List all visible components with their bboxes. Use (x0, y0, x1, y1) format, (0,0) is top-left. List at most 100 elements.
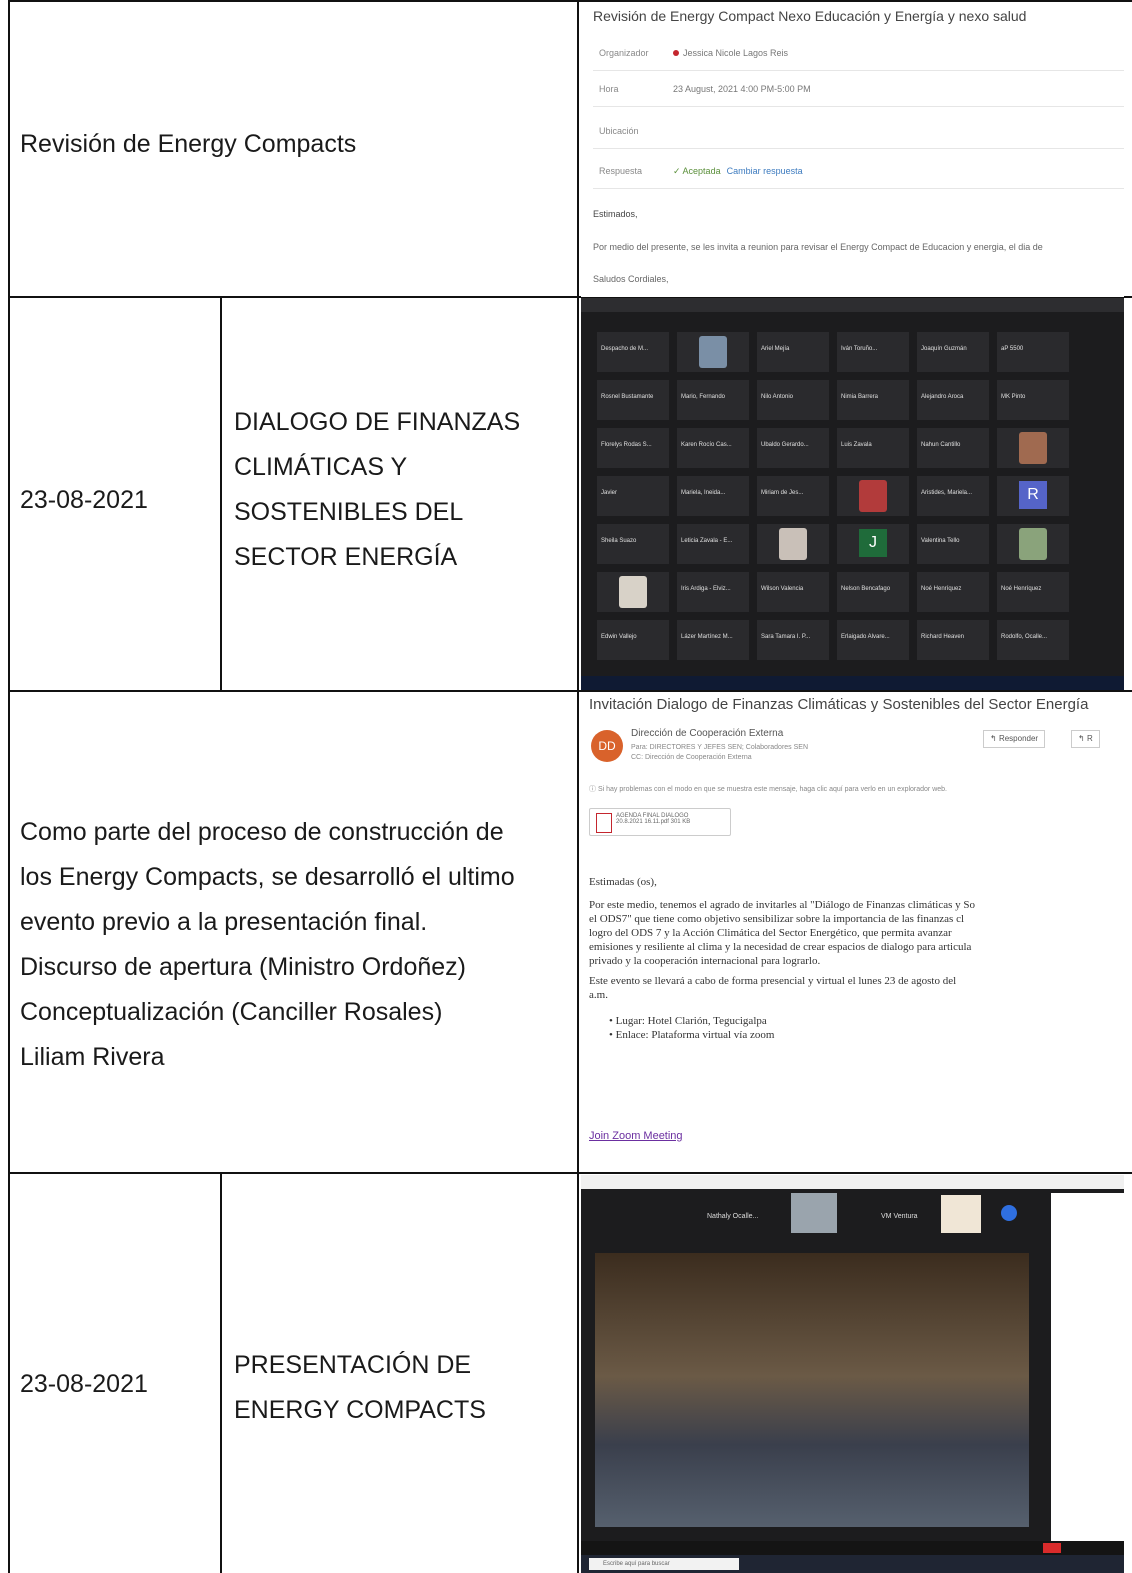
row-divider-3 (8, 1172, 1132, 1174)
participant-tile (597, 572, 669, 612)
description-line: Liliam Rivera (20, 1043, 165, 1071)
participant-name: Lázer Martínez M... (681, 634, 733, 640)
display-notice: ⓘ Si hay problemas con el modo en que se… (589, 786, 947, 793)
participant-name: Miriam de Jes... (761, 490, 804, 496)
invitation-subject: Invitación Dialogo de Finanzas Climática… (589, 696, 1089, 713)
participant-tile: Nahun Cantillo (917, 428, 989, 468)
pdf-icon (596, 813, 612, 833)
participant-video (791, 1193, 837, 1233)
participant-name: Mario, Fernando (681, 394, 726, 400)
zoom-title-bar (581, 1175, 1124, 1189)
participant-tile: Despacho de M... (597, 332, 669, 372)
cc-line: CC: Dirección de Cooperación Externa (631, 754, 752, 761)
participant-tile: Richard Heaven (917, 620, 989, 660)
join-zoom-link[interactable]: Join Zoom Meeting (589, 1130, 683, 1142)
participants-panel (1051, 1193, 1124, 1553)
time-label: Hora (599, 84, 619, 94)
info-icon: ⓘ (589, 786, 598, 793)
row2-title-line: DIALOGO DE FINANZAS (234, 408, 521, 436)
participant-name: Alejandro Aroca (921, 394, 964, 400)
participant-name: Mariela, Ineida... (681, 490, 726, 496)
participant-name: Nathaly Ocalle... (707, 1213, 759, 1220)
participant-tile: Ubaldo Gerardo... (757, 428, 829, 468)
email-closing: Saludos Cordiales, (593, 274, 669, 284)
participant-tile: Mario, Fernando (677, 380, 749, 420)
zoom-room-screenshot: Nathaly Ocalle... VM Ventura Escribe aqu… (581, 1175, 1124, 1573)
participant-initial: R (1019, 481, 1047, 509)
row1-title: Revisión de Energy Compacts (20, 130, 357, 158)
participant-tile (677, 332, 749, 372)
participant-name: Noé Henríquez (1001, 586, 1042, 592)
participant-name: Iván Toruño... (841, 346, 878, 352)
participant-tile: Mariela, Ineida... (677, 476, 749, 516)
participant-name: MK Pinto (1001, 394, 1026, 400)
column-divider-main (577, 0, 579, 1573)
participant-tile: Luis Zavala (837, 428, 909, 468)
reply-all-icon: ↰ (1078, 734, 1087, 743)
participant-tile: aP 5500 (997, 332, 1069, 372)
participant-photo (1019, 432, 1047, 464)
taskbar-search-input[interactable]: Escribe aquí para buscar (589, 1558, 739, 1570)
participant-tile: Nilo Antonio (757, 380, 829, 420)
reply-button[interactable]: ↰ Responder (983, 730, 1046, 748)
participant-tile (837, 476, 909, 516)
participant-name: Rosnel Bustamante (601, 394, 654, 400)
paragraph-line: el ODS7" que tiene como objetivo sensibi… (589, 913, 965, 925)
participant-name: Erlaigado Alvare... (841, 634, 890, 640)
time-value: 23 August, 2021 4:00 PM-5:00 PM (673, 84, 811, 94)
participant-tile: Lázer Martínez M... (677, 620, 749, 660)
reply-all-button[interactable]: ↰ R (1071, 730, 1100, 748)
paragraph-line: privado y la cooperación internacional p… (589, 955, 821, 967)
hotel-room-video (595, 1253, 1029, 1527)
participant-tile: Valentina Tello (917, 524, 989, 564)
change-response-link[interactable]: Cambiar respuesta (727, 166, 803, 176)
participant-name: Joaquín Guzmán (921, 346, 967, 352)
participant-tile (997, 428, 1069, 468)
paragraph-line: Por este medio, tenemos el agrado de inv… (589, 899, 976, 911)
pdf-attachment[interactable]: AGENDA FINAL DIALOGO 20.8.2021 16.11.pdf… (589, 808, 731, 836)
organizer-row: Organizador Jessica Nicole Lagos Reis (593, 36, 1124, 71)
participant-name: VM Ventura (881, 1213, 918, 1220)
participant-name: Nelson Bencafago (841, 586, 891, 592)
participant-name: Noé Henríquez (921, 586, 962, 592)
participant-name: Ubaldo Gerardo... (761, 442, 809, 448)
participant-photo (1019, 528, 1047, 560)
location-row: Ubicación (593, 114, 1124, 149)
participant-tile: J (837, 524, 909, 564)
participant-photo (699, 336, 727, 368)
org-logo-image (941, 1195, 981, 1233)
sender-avatar: DD (591, 730, 623, 762)
participant-tile: Alejandro Aroca (917, 380, 989, 420)
to-line: Para: DIRECTORES Y JEFES SEN; Colaborado… (631, 744, 809, 751)
checkmark-icon: ✓ (673, 166, 683, 176)
row2-title-line: SOSTENIBLES DEL (234, 498, 464, 526)
participant-tile: Iris Ardiga - Elviz... (677, 572, 749, 612)
zoom-title-bar (581, 298, 1124, 312)
row4-title-line: ENERGY COMPACTS (234, 1396, 486, 1424)
description-line: Conceptualización (Canciller Rosales) (20, 998, 443, 1026)
response-label: Respuesta (599, 166, 643, 176)
end-call-button[interactable] (1043, 1543, 1061, 1553)
participant-tile: Rosnel Bustamante (597, 380, 669, 420)
participant-tile: Florelys Rodas S... (597, 428, 669, 468)
participant-photo (619, 576, 647, 608)
participant-tile: Nelson Bencafago (837, 572, 909, 612)
paragraph-line: emisiones y resiliente al clima y la nec… (589, 941, 972, 953)
participant-tile: Noé Henríquez (917, 572, 989, 612)
participant-name: Wilson Valencia (761, 586, 804, 592)
time-row: Hora 23 August, 2021 4:00 PM-5:00 PM (593, 72, 1124, 107)
invitation-email-screenshot: Invitación Dialogo de Finanzas Climática… (581, 692, 1124, 1172)
row2-title-line: SECTOR ENERGÍA (234, 543, 458, 571)
participant-tile: Rodolfo, Ocalle... (997, 620, 1069, 660)
participant-name: Sheila Suazo (601, 538, 637, 544)
participant-avatar (1001, 1205, 1017, 1221)
bullet-link: • Enlace: Plataforma virtual vía zoom (609, 1029, 775, 1041)
windows-taskbar (581, 676, 1124, 690)
participant-name: Aristides, Mariela... (921, 490, 973, 496)
row4-title-line: PRESENTACIÓN DE (234, 1351, 472, 1379)
participant-tile: Leticia Zavala - E... (677, 524, 749, 564)
participant-name: Ariel Mejía (761, 346, 790, 352)
participant-name: Javier (601, 490, 618, 496)
participant-tile: Ariel Mejía (757, 332, 829, 372)
email-body: Por medio del presente, se les invita a … (593, 242, 1043, 252)
